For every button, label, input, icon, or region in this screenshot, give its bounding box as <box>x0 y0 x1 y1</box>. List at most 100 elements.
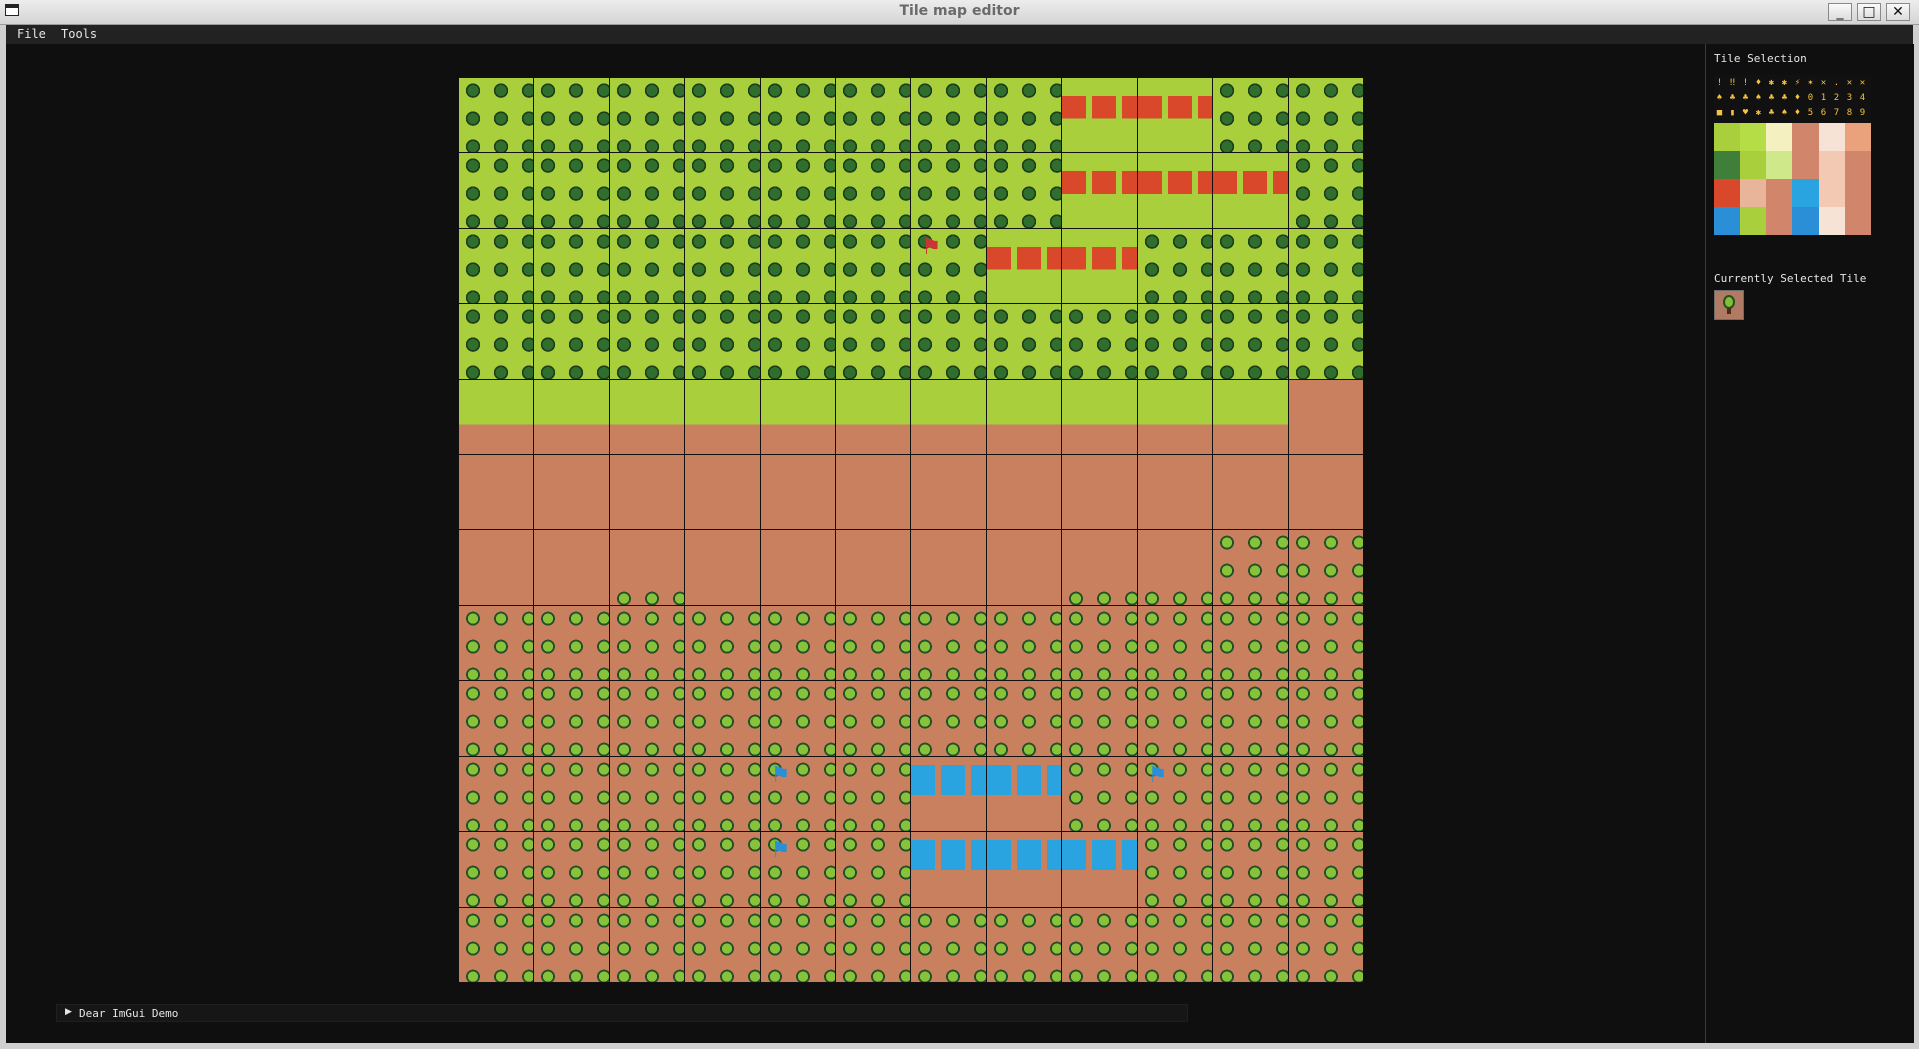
tileset-cell-dirt[interactable] <box>1844 207 1871 235</box>
tileset-glyph-icon[interactable]: ♦ <box>1792 92 1803 104</box>
map-tile-dirt[interactable] <box>760 455 836 530</box>
tileset-cell-blue-house[interactable] <box>1792 179 1819 207</box>
tileset-glyph-icon[interactable]: . <box>1831 77 1842 89</box>
map-tile-dirt[interactable] <box>459 530 534 605</box>
map-tile-dirt[interactable] <box>1137 455 1213 530</box>
map-tile-dirt-forest[interactable] <box>534 756 609 832</box>
tile-map-canvas[interactable]: ⚑ ⚑ ⚑ ⚑ <box>458 77 1364 983</box>
map-tile-forest[interactable] <box>1288 153 1363 228</box>
tileset-cell-red-house[interactable] <box>1714 179 1741 207</box>
tileset-glyph-icon[interactable]: 7 <box>1831 107 1842 119</box>
map-tile-forest[interactable] <box>760 304 836 379</box>
map-tile-dirt-forest[interactable] <box>685 681 760 756</box>
map-tile-forest[interactable] <box>1213 304 1288 379</box>
map-tile-red-houses[interactable] <box>1062 228 1137 304</box>
tileset-cell-path[interactable] <box>1818 207 1845 235</box>
map-tile-forest[interactable] <box>911 304 986 379</box>
map-tile-forest[interactable] <box>459 304 534 379</box>
map-tile-dirt-sparse-trees[interactable] <box>1137 530 1213 605</box>
menu-file[interactable]: File <box>17 27 46 41</box>
map-tile-forest[interactable] <box>760 153 836 228</box>
map-tile-dirt[interactable] <box>836 455 911 530</box>
map-tile-forest[interactable] <box>760 228 836 304</box>
map-tile-dirt[interactable] <box>459 455 534 530</box>
map-tile-dirt-forest[interactable] <box>459 681 534 756</box>
map-tile-forest[interactable] <box>986 304 1062 379</box>
map-tile-blue-houses[interactable] <box>911 832 986 907</box>
map-tile-dirt-forest[interactable] <box>1062 605 1137 681</box>
map-tile-forest[interactable] <box>609 153 685 228</box>
tileset-cell-path[interactable] <box>1818 123 1845 151</box>
map-tile-red-flag[interactable]: ⚑ <box>911 228 986 304</box>
map-tile-grass-dirt-edge[interactable] <box>911 379 986 455</box>
map-tile-dirt-forest[interactable] <box>534 832 609 907</box>
map-tile-dirt[interactable] <box>685 455 760 530</box>
map-tile-red-houses[interactable] <box>1062 78 1137 153</box>
tileset-glyph-icon[interactable]: ♣ <box>1766 92 1777 104</box>
tileset-glyph-icon[interactable]: ▮ <box>1727 107 1738 119</box>
map-tile-dirt-forest[interactable] <box>685 907 760 982</box>
map-tile-forest[interactable] <box>685 153 760 228</box>
map-tile-blue-flag[interactable]: ⚑ <box>760 832 836 907</box>
map-tile-forest[interactable] <box>534 304 609 379</box>
tileset-glyph-icon[interactable]: ✕ <box>1857 77 1868 89</box>
map-tile-dirt-sparse-trees[interactable] <box>1062 530 1137 605</box>
map-tile-grass-dirt-edge[interactable] <box>609 379 685 455</box>
map-tile-blue-houses[interactable] <box>911 756 986 832</box>
tileset-cell-dirt-light[interactable] <box>1844 123 1871 151</box>
map-tile-forest[interactable] <box>685 78 760 153</box>
tileset-cell-dirt[interactable] <box>1844 151 1871 179</box>
tileset-glyph-icon[interactable]: 5 <box>1805 107 1816 119</box>
tileset-cell-grass[interactable] <box>1740 151 1767 179</box>
map-tile-forest[interactable] <box>685 304 760 379</box>
map-tile-dirt[interactable] <box>609 455 685 530</box>
map-tile-red-houses[interactable] <box>1062 153 1137 228</box>
map-tile-dirt[interactable] <box>911 455 986 530</box>
map-tile-forest[interactable] <box>1137 304 1213 379</box>
map-tile-dirt[interactable] <box>760 530 836 605</box>
map-tile-forest[interactable] <box>1137 228 1213 304</box>
map-tile-forest[interactable] <box>609 78 685 153</box>
map-tile-forest[interactable] <box>911 78 986 153</box>
map-tile-dirt-forest[interactable] <box>836 832 911 907</box>
map-tile-dirt-forest[interactable] <box>911 605 986 681</box>
map-tile-dirt-forest[interactable] <box>1288 756 1363 832</box>
tileset-glyph-icon[interactable]: ✕ <box>1818 77 1829 89</box>
map-tile-blue-flag[interactable]: ⚑ <box>1137 756 1213 832</box>
map-tile-dirt-forest[interactable] <box>609 756 685 832</box>
minimize-button[interactable]: _ <box>1828 3 1852 21</box>
tileset-cell-grass[interactable] <box>1740 123 1767 151</box>
map-tile-dirt-forest[interactable] <box>685 605 760 681</box>
maximize-button[interactable]: □ <box>1857 3 1881 21</box>
tileset-glyph-icon[interactable]: ♠ <box>1779 107 1790 119</box>
map-tile-dirt-forest[interactable] <box>836 605 911 681</box>
map-tile-blue-houses[interactable] <box>986 832 1062 907</box>
tileset-glyph-icon[interactable]: ♣ <box>1779 92 1790 104</box>
map-tile-dirt-forest[interactable] <box>1288 605 1363 681</box>
tileset-glyph-icon[interactable]: ‼ <box>1727 77 1738 89</box>
map-tile-dirt[interactable] <box>534 530 609 605</box>
map-tile-dirt-forest[interactable] <box>1213 681 1288 756</box>
tileset-glyph-icon[interactable]: ♥ <box>1740 107 1751 119</box>
tileset-glyph-icon[interactable]: ♣ <box>1740 92 1751 104</box>
map-tile-dirt[interactable] <box>911 530 986 605</box>
map-tile-dirt-forest[interactable] <box>911 681 986 756</box>
tileset-glyph-icon[interactable]: ♣ <box>1766 107 1777 119</box>
map-tile-forest[interactable] <box>534 78 609 153</box>
tileset-glyph-icon[interactable]: ! <box>1714 77 1725 89</box>
map-tile-dirt-forest[interactable] <box>459 907 534 982</box>
map-tile-blue-houses[interactable] <box>1062 832 1137 907</box>
map-tile-dirt[interactable] <box>1062 455 1137 530</box>
map-tile-dirt-forest[interactable] <box>534 605 609 681</box>
tileset-glyph-icon[interactable]: 6 <box>1818 107 1829 119</box>
map-tile-forest[interactable] <box>836 153 911 228</box>
map-tile-dirt-forest[interactable] <box>986 681 1062 756</box>
map-tile-dirt-forest[interactable] <box>1288 907 1363 982</box>
map-tile-blue-houses[interactable] <box>986 756 1062 832</box>
map-tile-dirt-sparse-trees[interactable] <box>609 530 685 605</box>
map-tile-dirt-forest[interactable] <box>1062 907 1137 982</box>
map-tile-dirt-forest[interactable] <box>836 756 911 832</box>
map-tile-dirt-forest[interactable] <box>609 605 685 681</box>
map-tile-dirt[interactable] <box>685 530 760 605</box>
map-tile-grass-dirt-edge[interactable] <box>459 379 534 455</box>
